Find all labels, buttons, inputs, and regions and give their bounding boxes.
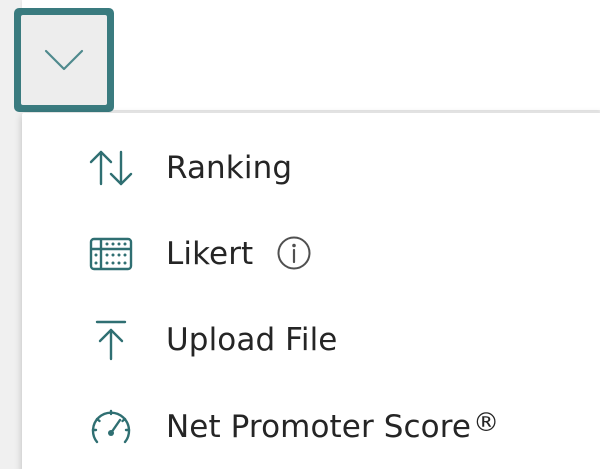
- menu-item-net-promoter-score[interactable]: Net Promoter Score®: [22, 383, 600, 469]
- menu-item-label: Upload File: [166, 322, 338, 358]
- likert-grid-icon: [88, 231, 134, 277]
- question-type-menu: Ranking Likert Upload File Net Promoter …: [22, 113, 600, 469]
- info-icon[interactable]: [276, 235, 312, 271]
- menu-item-label: Net Promoter Score®: [166, 408, 499, 445]
- sort-arrows-icon: [88, 145, 134, 191]
- chevron-down-icon: [44, 49, 84, 71]
- dropdown-toggle-button[interactable]: [14, 8, 114, 112]
- menu-item-label: Ranking: [166, 150, 293, 186]
- menu-item-label: Likert: [166, 236, 254, 272]
- gauge-icon: [88, 403, 134, 449]
- menu-item-upload-file[interactable]: Upload File: [22, 297, 600, 383]
- menu-item-ranking[interactable]: Ranking: [22, 125, 600, 211]
- upload-icon: [88, 317, 134, 363]
- nps-label-text: Net Promoter Score: [166, 408, 472, 445]
- screen: Ranking Likert Upload File Net Promoter …: [0, 0, 600, 469]
- dropdown-toggle-inner: [21, 15, 107, 105]
- menu-item-likert[interactable]: Likert: [22, 211, 600, 297]
- registered-mark: ®: [473, 407, 500, 438]
